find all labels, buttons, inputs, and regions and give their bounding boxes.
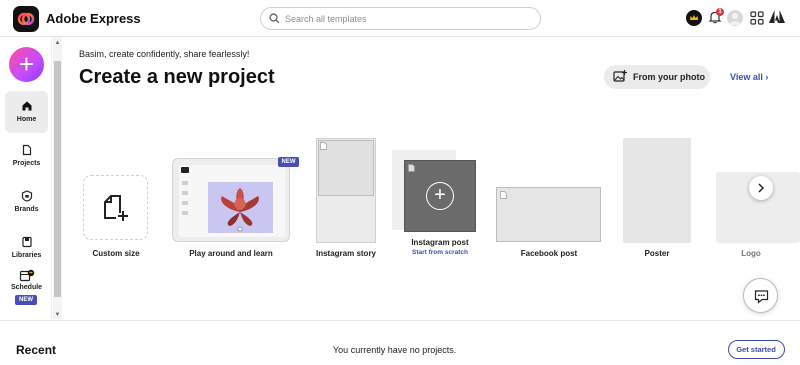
recent-section: Recent You currently have no projects. G… [0, 320, 800, 365]
start-from-scratch-link[interactable]: Start from scratch [400, 249, 480, 256]
create-button[interactable]: + [9, 47, 44, 82]
card-label-play-around: Play around and learn [189, 249, 273, 258]
sidebar-item-brands[interactable]: Brands [5, 183, 48, 225]
carousel-next-button[interactable] [749, 176, 773, 200]
instagram-post-card[interactable]: + [404, 160, 476, 232]
broken-image-icon [500, 191, 507, 199]
sidebar-item-home[interactable]: Home [5, 91, 48, 133]
image-add-icon [613, 70, 627, 82]
calendar-icon [19, 269, 34, 282]
custom-size-card[interactable] [83, 175, 148, 240]
sidebar-item-label: Brands [14, 206, 39, 213]
bell-icon[interactable]: 1 [708, 8, 724, 26]
plus-circle-icon: + [426, 182, 454, 210]
page-title: Create a new project [79, 66, 275, 88]
adobe-icon[interactable] [769, 10, 785, 26]
scroll-down-arrow-icon[interactable]: ▼ [54, 311, 61, 319]
poster-card[interactable] [623, 138, 691, 243]
notification-badge: 1 [716, 8, 724, 16]
new-badge: NEW [278, 157, 299, 167]
top-bar: Adobe Express 1 [0, 0, 800, 37]
sidebar-item-label: Projects [12, 160, 41, 167]
vertical-scrollbar[interactable]: ▲ ▼ [53, 37, 62, 319]
get-started-button[interactable]: Get started [728, 340, 785, 359]
scrollbar-thumb[interactable] [54, 61, 61, 297]
editor-sidebar-icons [181, 167, 189, 215]
sidebar-item-libraries[interactable]: Libraries [5, 229, 48, 271]
scroll-up-arrow-icon[interactable]: ▲ [54, 39, 61, 47]
facebook-post-card[interactable] [496, 187, 601, 242]
new-file-icon [104, 195, 128, 221]
new-badge: NEW [15, 295, 37, 305]
broken-image-icon [320, 142, 327, 150]
broken-image-icon [408, 164, 415, 172]
crown-icon[interactable] [686, 10, 702, 26]
instagram-story-card[interactable] [316, 138, 376, 243]
card-label-instagram-story: Instagram story [315, 249, 377, 258]
left-sidebar: + Home Projects Brands Libraries Schedul… [0, 37, 52, 319]
view-all-link[interactable]: View all › [730, 72, 768, 82]
flower-image [208, 182, 273, 233]
brands-icon [21, 190, 32, 202]
apps-grid-icon[interactable] [750, 11, 764, 25]
libraries-icon [21, 236, 32, 248]
editor-preview [179, 165, 285, 237]
card-label-custom-size: Custom size [92, 249, 140, 258]
app-title: Adobe Express [46, 11, 141, 26]
card-label-logo: Logo [741, 249, 761, 258]
play-around-card[interactable] [172, 158, 290, 242]
avatar[interactable] [727, 10, 743, 26]
card-label-facebook-post: Facebook post [520, 249, 578, 258]
chat-button[interactable] [743, 278, 778, 313]
from-your-photo-button[interactable]: From your photo [604, 65, 710, 89]
recent-title: Recent [16, 343, 57, 357]
from-your-photo-label: From your photo [633, 72, 705, 82]
chevron-right-icon: › [765, 72, 769, 82]
home-icon [22, 101, 31, 111]
view-all-label: View all [730, 72, 763, 82]
sidebar-item-label: Home [16, 116, 37, 123]
sidebar-item-projects[interactable]: Projects [5, 137, 48, 179]
search-icon [269, 13, 280, 24]
greeting-text: Basim, create confidently, share fearles… [79, 49, 250, 59]
chat-icon [754, 290, 769, 304]
sidebar-item-schedule[interactable]: Schedule NEW [5, 267, 48, 309]
plus-icon: + [18, 49, 35, 79]
projects-icon [22, 144, 31, 156]
adobe-express-logo[interactable] [13, 6, 39, 32]
search-bar[interactable] [260, 7, 541, 30]
sidebar-item-label: Libraries [11, 252, 42, 259]
chevron-right-icon [758, 183, 765, 193]
search-input[interactable] [285, 11, 535, 27]
sidebar-item-label: Schedule [10, 284, 43, 291]
empty-state-text: You currently have no projects. [333, 345, 457, 355]
card-label-poster: Poster [644, 249, 670, 258]
card-label-instagram-post: Instagram post [411, 238, 469, 247]
get-started-label: Get started [736, 345, 776, 354]
